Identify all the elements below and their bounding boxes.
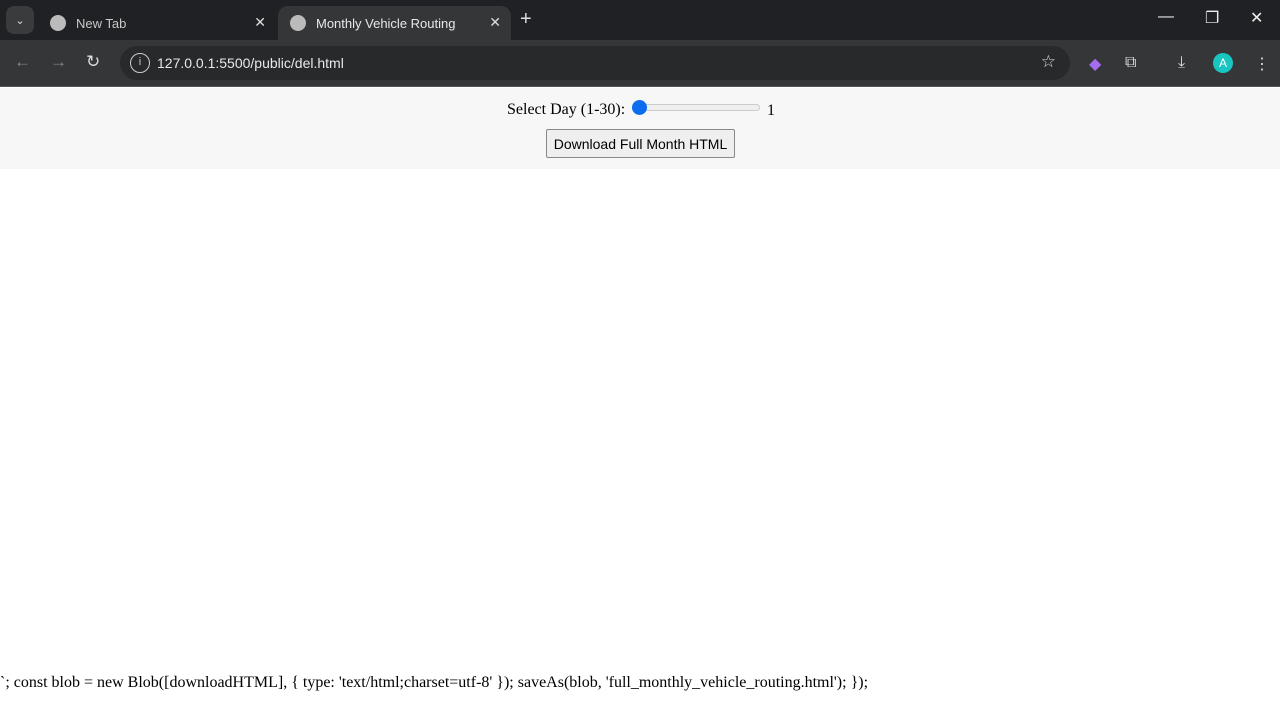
profile-avatar[interactable]: A: [1213, 53, 1233, 73]
tab-new-tab[interactable]: New Tab ✕: [38, 6, 276, 40]
forward-button[interactable]: →: [50, 52, 67, 72]
day-slider[interactable]: [632, 100, 760, 115]
new-tab-button[interactable]: +: [520, 8, 532, 31]
chrome-icon: [50, 15, 66, 31]
slider-track[interactable]: [632, 104, 760, 111]
close-tab-icon[interactable]: ✕: [254, 14, 266, 31]
reload-button[interactable]: ↻: [86, 52, 100, 72]
close-window-button[interactable]: ✕: [1250, 8, 1263, 28]
tab-bar: ⌄ New Tab ✕ Monthly Vehicle Routing ✕ + …: [0, 0, 1280, 40]
tab-label: Monthly Vehicle Routing: [316, 15, 456, 31]
url-text[interactable]: 127.0.0.1:5500/public/del.html: [157, 55, 344, 71]
bookmark-star-icon[interactable]: ☆: [1041, 52, 1056, 72]
browser-toolbar: ← → ↻ i 127.0.0.1:5500/public/del.html ☆…: [0, 40, 1280, 87]
address-bar[interactable]: i 127.0.0.1:5500/public/del.html ☆: [120, 46, 1070, 80]
extension-icon[interactable]: ◆: [1089, 54, 1101, 74]
download-icon[interactable]: ⤓: [1178, 54, 1185, 72]
controls-panel: Select Day (1-30): 1 Download Full Month…: [0, 88, 1280, 169]
back-button[interactable]: ←: [14, 52, 31, 72]
leaked-script-text: `; const blob = new Blob([downloadHTML],…: [0, 674, 869, 691]
close-tab-icon[interactable]: ✕: [489, 14, 501, 31]
tab-monthly-vehicle-routing[interactable]: Monthly Vehicle Routing ✕: [278, 6, 511, 40]
day-value: 1: [767, 102, 775, 119]
tab-search-button[interactable]: ⌄: [6, 6, 34, 34]
download-full-month-button[interactable]: Download Full Month HTML: [546, 129, 735, 158]
extensions-puzzle-icon[interactable]: ⧉: [1125, 54, 1136, 72]
globe-icon: [290, 15, 306, 31]
site-info-icon[interactable]: i: [130, 53, 150, 73]
menu-kebab-icon[interactable]: ⋮: [1254, 54, 1270, 74]
slider-thumb[interactable]: [632, 100, 647, 115]
restore-button[interactable]: ❐: [1205, 8, 1219, 28]
tab-label: New Tab: [76, 15, 127, 31]
day-slider-label: Select Day (1-30):: [507, 101, 626, 118]
minimize-button[interactable]: —: [1158, 8, 1174, 26]
